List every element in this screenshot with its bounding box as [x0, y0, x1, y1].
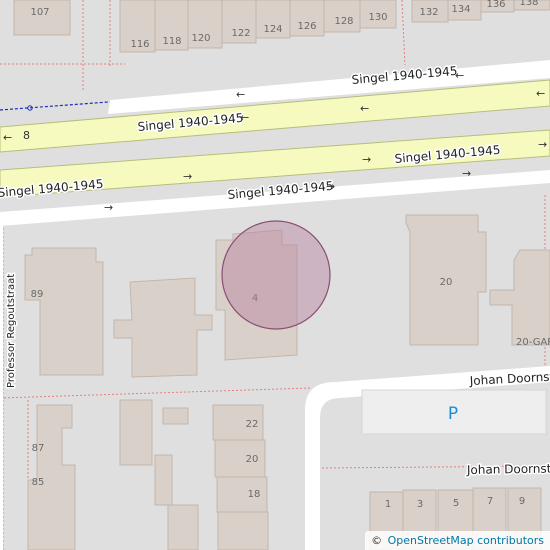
svg-text:132: 132: [419, 7, 438, 18]
building-small-2: [162, 407, 189, 425]
svg-text:20-GAR: 20-GAR: [516, 337, 550, 348]
arrow-right-icon: →: [538, 138, 547, 151]
building-small-1: [119, 399, 153, 466]
svg-text:136: 136: [486, 0, 505, 10]
arrow-left-icon: ←: [455, 69, 464, 82]
svg-text:118: 118: [162, 36, 181, 47]
arrow-right-icon: →: [362, 153, 371, 166]
arrow-right-icon: →: [462, 167, 471, 180]
svg-text:20: 20: [440, 277, 453, 288]
svg-text:122: 122: [231, 28, 250, 39]
svg-text:1: 1: [385, 499, 391, 510]
svg-text:87: 87: [32, 443, 45, 454]
svg-text:116: 116: [130, 39, 149, 50]
svg-text:130: 130: [368, 12, 387, 23]
svg-text:126: 126: [297, 21, 316, 32]
arrow-left-icon: ←: [236, 88, 245, 101]
osm-contributors-link[interactable]: OpenStreetMap contributors: [388, 534, 544, 547]
street-label-johan-doornstraat-2: Johan Doornstr: [466, 461, 550, 477]
parking-label: P: [448, 404, 458, 424]
arrow-right-icon: →: [183, 170, 192, 183]
copyright-icon: ©: [371, 534, 383, 547]
traffic-light-icon: 8: [23, 129, 30, 142]
building-small-4: [167, 504, 199, 550]
svg-text:22: 22: [246, 419, 259, 430]
building-small-3: [154, 454, 173, 506]
arrow-right-icon: →: [104, 201, 113, 214]
arrow-left-icon: ←: [3, 131, 12, 144]
arrow-left-icon: ←: [240, 111, 249, 124]
map-attribution: © OpenStreetMap contributors: [365, 531, 550, 550]
svg-text:5: 5: [453, 498, 459, 509]
svg-text:9: 9: [519, 496, 525, 507]
svg-text:20: 20: [246, 454, 259, 465]
map-canvas[interactable]: P 107 116 118 120 122 124 126 128 130 13…: [0, 0, 550, 550]
svg-text:7: 7: [487, 496, 493, 507]
svg-text:3: 3: [417, 499, 423, 510]
svg-text:128: 128: [334, 16, 353, 27]
svg-text:124: 124: [263, 24, 282, 35]
street-label-professor-regoutstraat: Professor Regoutstraat: [6, 274, 17, 388]
building-16: [217, 511, 269, 550]
arrow-right-icon: →: [326, 180, 335, 193]
svg-text:134: 134: [451, 4, 470, 15]
svg-text:138: 138: [519, 0, 538, 8]
location-highlight-circle[interactable]: [221, 220, 331, 330]
svg-text:120: 120: [191, 33, 210, 44]
professor-regoutstraat-road: [0, 220, 3, 550]
arrow-left-icon: ←: [536, 87, 545, 100]
svg-text:107: 107: [30, 7, 49, 18]
arrow-left-icon: ←: [360, 102, 369, 115]
svg-text:89: 89: [31, 289, 44, 300]
map-svg[interactable]: P 107 116 118 120 122 124 126 128 130 13…: [0, 0, 550, 550]
svg-text:18: 18: [248, 489, 261, 500]
svg-text:85: 85: [32, 477, 45, 488]
